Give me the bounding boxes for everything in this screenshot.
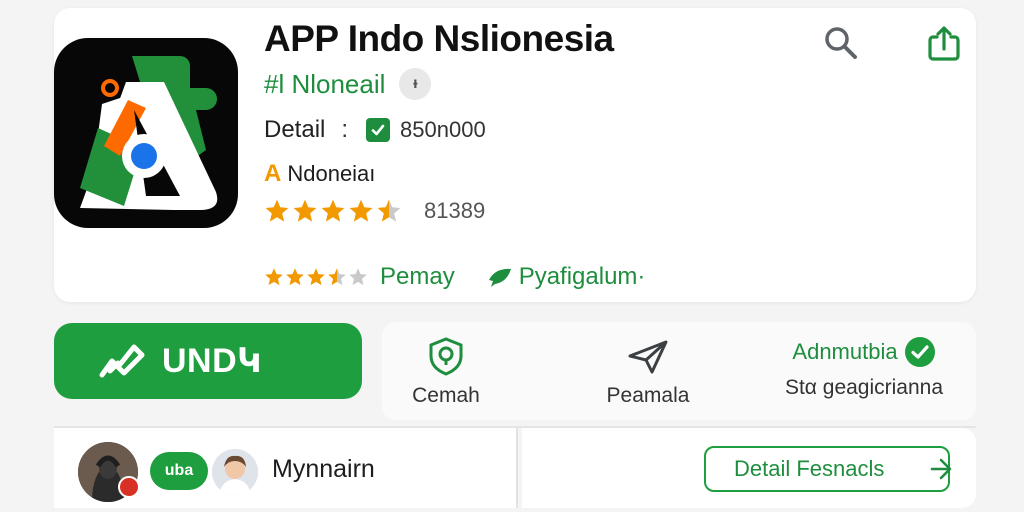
send-icon <box>628 340 668 374</box>
detail-label: Detail <box>264 116 326 143</box>
detail-row: Detail : 850n000 <box>264 112 486 148</box>
action-label: Peamala <box>606 384 690 407</box>
rating-row: 81389 <box>264 194 485 228</box>
rating-stars <box>264 198 402 224</box>
install-icon <box>99 344 145 378</box>
detail-features-button[interactable]: Detail Fesnacls <box>704 446 950 492</box>
action-adnmutbia[interactable]: Adnmutbia Stα geagicrianna <box>764 336 964 400</box>
app-header-card: APP Indo Nslionesia #l Nloneail ᵻ Detail… <box>54 8 976 302</box>
star-icon <box>286 268 304 286</box>
star-icon <box>349 268 367 286</box>
vertical-divider <box>516 428 518 508</box>
meta-label[interactable]: Pemay <box>380 263 455 291</box>
star-icon <box>265 268 283 286</box>
developer-link[interactable]: #l Nloneail <box>264 69 385 100</box>
meta-row: Pemay Pyafigalum· <box>264 260 645 294</box>
verified-check-icon <box>366 118 391 142</box>
share-button[interactable] <box>924 23 964 63</box>
app-title: APP Indo Nslionesia <box>264 18 614 59</box>
star-icon <box>349 199 373 222</box>
install-label: UNDԿ <box>162 342 262 380</box>
search-button[interactable] <box>821 23 861 63</box>
meta-stars <box>264 267 368 287</box>
star-icon <box>321 199 345 222</box>
category-label[interactable]: Pyafigalum· <box>519 263 646 291</box>
brand-row: A Ndoneiaı <box>264 158 375 190</box>
action-peamala[interactable]: Peamala <box>588 336 708 408</box>
user-name: Mynnairn <box>272 455 375 483</box>
download-count: 850n000 <box>400 117 486 142</box>
brand-logo-icon: A <box>264 160 282 187</box>
search-icon <box>825 27 857 59</box>
actions-card: Cemah Peamala Adnmutbia Stα geagicrianna <box>382 322 976 420</box>
avatar-secondary[interactable] <box>212 449 258 495</box>
shield-icon <box>429 337 463 376</box>
notification-badge <box>118 476 140 498</box>
share-icon <box>928 26 960 61</box>
star-icon <box>328 268 346 286</box>
action-title-row: Adnmutbia <box>792 336 935 368</box>
star-icon <box>377 199 401 222</box>
star-icon <box>265 199 289 222</box>
detail-separator: : <box>341 116 349 143</box>
app-icon <box>54 38 238 228</box>
star-icon <box>307 268 325 286</box>
action-label: Cemah <box>412 384 480 407</box>
arrow-right-icon <box>930 458 952 480</box>
developer-row: #l Nloneail ᵻ <box>264 66 432 102</box>
info-icon[interactable]: ᵻ <box>399 68 432 100</box>
brand-name: Ndoneiaı <box>287 161 376 186</box>
action-cemah[interactable]: Cemah <box>388 336 504 408</box>
action-label: Stα geagicrianna <box>784 376 944 399</box>
verified-check-icon <box>904 337 935 367</box>
action-title: Adnmutbia <box>792 339 898 364</box>
install-button[interactable]: UNDԿ <box>54 323 362 399</box>
star-icon <box>293 199 317 222</box>
rating-count: 81389 <box>424 198 486 223</box>
user-badge[interactable]: uba <box>150 452 208 490</box>
detail-button-label: Detail Fesnacls <box>734 456 885 481</box>
leaf-icon <box>488 268 511 287</box>
